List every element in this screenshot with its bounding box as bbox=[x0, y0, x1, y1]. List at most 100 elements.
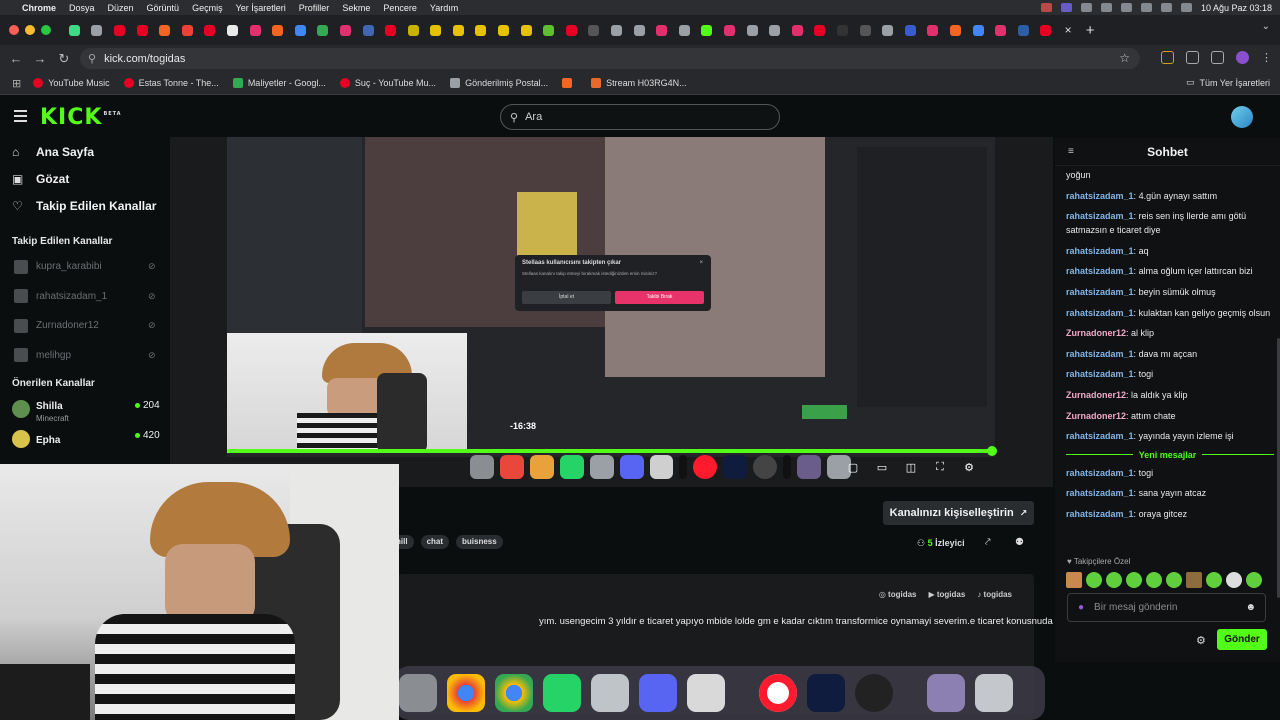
chat-settings-icon[interactable]: ⚙ bbox=[1196, 634, 1206, 647]
browser-tab[interactable] bbox=[650, 19, 673, 41]
chat-username[interactable]: rahatsizadam_1 bbox=[1066, 509, 1134, 519]
image-stack-icon[interactable] bbox=[927, 674, 965, 712]
user-avatar[interactable] bbox=[1231, 106, 1253, 128]
recommended-channel[interactable]: Shilla Minecraft 204 bbox=[0, 394, 170, 424]
emote[interactable] bbox=[1126, 572, 1142, 588]
browser-tab[interactable] bbox=[199, 19, 222, 41]
chat-username[interactable]: Zurnadoner12 bbox=[1066, 411, 1126, 421]
nav-following[interactable]: ♡ Takip Edilen Kanallar bbox=[0, 192, 170, 219]
chat-username[interactable]: rahatsizadam_1 bbox=[1066, 468, 1134, 478]
browser-tab[interactable] bbox=[1035, 19, 1058, 41]
tag[interactable]: buisness bbox=[456, 535, 503, 549]
menu-yardim[interactable]: Yardım bbox=[430, 3, 458, 13]
media-icon[interactable] bbox=[1080, 3, 1092, 12]
chat-username[interactable]: rahatsizadam_1 bbox=[1066, 266, 1134, 276]
more-menu-icon[interactable]: ⋮ bbox=[1261, 51, 1272, 64]
emote[interactable] bbox=[1226, 572, 1242, 588]
emote[interactable] bbox=[1246, 572, 1262, 588]
browser-tab[interactable] bbox=[944, 19, 967, 41]
browser-tab[interactable] bbox=[741, 19, 764, 41]
app-icon[interactable] bbox=[1100, 3, 1112, 12]
browser-tab[interactable] bbox=[334, 19, 357, 41]
video-player[interactable]: Stellaas kullanıcısını takipten çıkar × … bbox=[170, 137, 1053, 487]
chat-username[interactable]: rahatsizadam_1 bbox=[1066, 431, 1134, 441]
browser-tab[interactable] bbox=[763, 19, 786, 41]
seek-handle[interactable] bbox=[987, 446, 997, 456]
emote[interactable] bbox=[1086, 572, 1102, 588]
obs-icon[interactable] bbox=[855, 674, 893, 712]
chat-username[interactable]: Zurnadoner12 bbox=[1066, 390, 1126, 400]
recommended-channel[interactable]: Epha 420 bbox=[0, 424, 170, 454]
browser-tab[interactable] bbox=[379, 19, 402, 41]
record-icon[interactable] bbox=[1040, 3, 1052, 12]
menu-profiller[interactable]: Profiller bbox=[299, 3, 330, 13]
collapse-chat-icon[interactable]: ≡ bbox=[1068, 146, 1074, 157]
browser-tab[interactable] bbox=[221, 19, 244, 41]
photoshop-icon[interactable] bbox=[807, 674, 845, 712]
bookmark-suc[interactable]: Suç - YouTube Mu... bbox=[339, 78, 436, 88]
bookmark-estas-tonne[interactable]: Estas Tonne - The... bbox=[123, 78, 219, 88]
browser-tab[interactable] bbox=[470, 19, 493, 41]
emote[interactable] bbox=[1146, 572, 1162, 588]
followed-channel[interactable]: rahatsizadam_1 ⊘ bbox=[0, 282, 170, 312]
opera-icon[interactable] bbox=[759, 674, 797, 712]
chat-message[interactable]: rahatsizadam_1: rahatsızlık seviyesi bba… bbox=[1066, 166, 1274, 182]
menu-goruntu[interactable]: Görüntü bbox=[147, 3, 180, 13]
chrome-icon[interactable] bbox=[447, 674, 485, 712]
chat-message[interactable]: rahatsizadam_1: oraya gitcez bbox=[1066, 507, 1274, 521]
new-tab-button[interactable]: + bbox=[1079, 22, 1101, 39]
browser-tab[interactable] bbox=[831, 19, 854, 41]
browser-tab[interactable] bbox=[673, 19, 696, 41]
minimize-window-button[interactable] bbox=[25, 25, 35, 35]
browser-tab[interactable] bbox=[63, 19, 86, 41]
emote[interactable] bbox=[1166, 572, 1182, 588]
browser-tab[interactable] bbox=[537, 19, 560, 41]
hamburger-menu-icon[interactable] bbox=[14, 110, 27, 125]
clip-icon[interactable]: ▢ bbox=[845, 461, 861, 475]
menu-gecmis[interactable]: Geçmiş bbox=[192, 3, 223, 13]
tiktok-link[interactable]: ♪ togidas bbox=[977, 590, 1012, 599]
chat-message[interactable]: Zurnadoner12: al klip bbox=[1066, 326, 1274, 340]
address-url[interactable]: kick.com/togidas bbox=[104, 53, 185, 65]
browser-tab[interactable] bbox=[153, 19, 176, 41]
site-settings-icon[interactable]: ⚲ bbox=[88, 52, 96, 65]
printer-icon[interactable] bbox=[687, 674, 725, 712]
address-bar[interactable]: ⚲ kick.com/togidas ☆ bbox=[80, 48, 1140, 69]
browser-tab[interactable] bbox=[989, 19, 1012, 41]
chat-message[interactable]: rahatsizadam_1: reis sen inş llerde amı … bbox=[1066, 209, 1274, 237]
bookmark-etsy[interactable] bbox=[562, 78, 577, 88]
discord-icon[interactable] bbox=[639, 674, 677, 712]
browser-tab[interactable] bbox=[718, 19, 741, 41]
extension-icon[interactable] bbox=[1161, 51, 1174, 64]
emote[interactable] bbox=[1066, 572, 1082, 588]
share-icon[interactable]: ⤤ bbox=[985, 537, 991, 548]
menu-pencere[interactable]: Pencere bbox=[383, 3, 417, 13]
screen-share-icon[interactable] bbox=[1060, 3, 1072, 12]
pip-icon[interactable]: ◫ bbox=[903, 461, 919, 475]
browser-tab[interactable] bbox=[1012, 19, 1035, 41]
emote[interactable] bbox=[1186, 572, 1202, 588]
chat-username[interactable]: rahatsizadam_1 bbox=[1066, 369, 1134, 379]
followed-channel[interactable]: melihgp ⊘ bbox=[0, 341, 170, 371]
chat-username[interactable]: rahatsizadam_1 bbox=[1066, 211, 1134, 221]
browser-tab[interactable] bbox=[425, 19, 448, 41]
browser-tab[interactable] bbox=[922, 19, 945, 41]
wifi-icon[interactable] bbox=[1140, 3, 1152, 12]
browser-tab[interactable] bbox=[492, 19, 515, 41]
menu-yer-isaretleri[interactable]: Yer İşaretleri bbox=[236, 3, 286, 13]
system-settings-icon[interactable] bbox=[399, 674, 437, 712]
chat-message[interactable]: rahatsizadam_1: kulaktan kan geliyo geçm… bbox=[1066, 306, 1274, 320]
bookmark-maliyetler[interactable]: Maliyetler - Googl... bbox=[232, 78, 326, 88]
follow-icon[interactable]: ⚉ bbox=[1015, 537, 1024, 548]
browser-tab[interactable] bbox=[131, 19, 154, 41]
browser-tab[interactable] bbox=[786, 19, 809, 41]
menu-chrome[interactable]: Chrome bbox=[22, 3, 56, 13]
chat-message[interactable]: rahatsizadam_1: sana yayın atcaz bbox=[1066, 486, 1274, 500]
browser-tab[interactable] bbox=[312, 19, 335, 41]
browser-tab[interactable] bbox=[176, 19, 199, 41]
tag[interactable]: chat bbox=[420, 535, 450, 549]
chrome-canary-icon[interactable] bbox=[495, 674, 533, 712]
forward-icon[interactable]: → bbox=[28, 51, 52, 66]
chat-username[interactable]: rahatsizadam_1 bbox=[1066, 287, 1134, 297]
chat-message[interactable]: rahatsizadam_1: alma oğlum içer lattırca… bbox=[1066, 264, 1274, 278]
